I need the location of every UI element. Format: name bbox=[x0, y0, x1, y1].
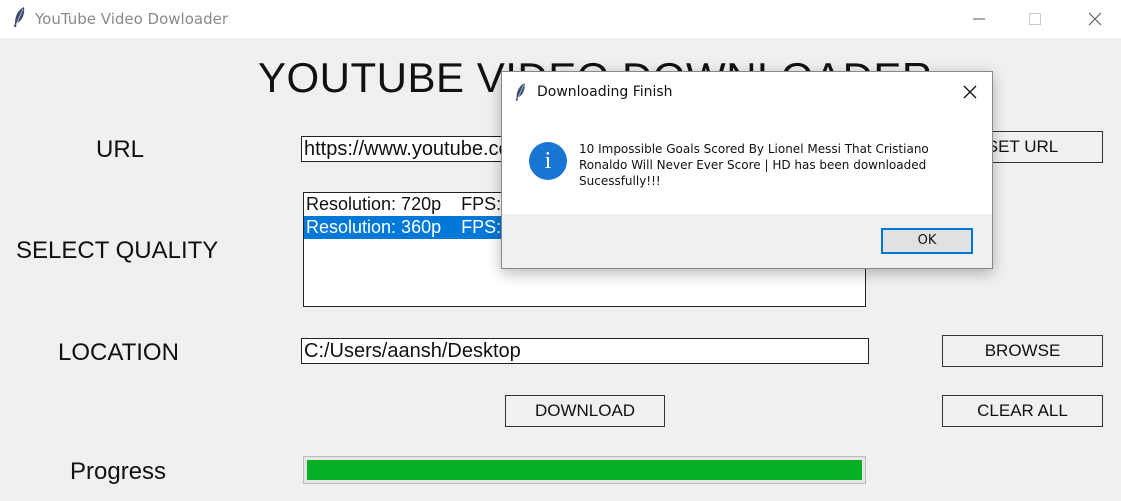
progress-fill bbox=[307, 460, 862, 480]
minimize-button[interactable] bbox=[956, 0, 1002, 38]
progress-label: Progress bbox=[70, 458, 167, 485]
dialog-close-icon[interactable] bbox=[962, 84, 978, 100]
progress-bar bbox=[303, 456, 866, 484]
location-input[interactable]: C:/Users/aansh/Desktop bbox=[301, 338, 869, 364]
window-title: YouTube Video Dowloader bbox=[35, 10, 229, 28]
maximize-button[interactable] bbox=[1012, 0, 1058, 38]
ok-button[interactable]: OK bbox=[881, 228, 973, 254]
feather-icon bbox=[515, 83, 525, 101]
url-label: URL bbox=[96, 136, 145, 163]
download-button[interactable]: DOWNLOAD bbox=[505, 395, 665, 427]
dialog-footer: OK bbox=[502, 214, 992, 268]
dialog-message: 10 Impossible Goals Scored By Lionel Mes… bbox=[579, 142, 929, 188]
info-icon: i bbox=[529, 142, 567, 180]
browse-button[interactable]: BROWSE bbox=[942, 335, 1103, 367]
download-finished-dialog: Downloading Finish i 10 Impossible Goals… bbox=[501, 71, 993, 269]
clear-all-button[interactable]: CLEAR ALL bbox=[942, 395, 1103, 427]
close-button[interactable] bbox=[1072, 0, 1118, 38]
select-quality-label: SELECT QUALITY bbox=[16, 237, 219, 264]
location-label: LOCATION bbox=[58, 339, 179, 366]
feather-icon bbox=[14, 7, 25, 27]
maximize-icon bbox=[1029, 13, 1041, 25]
close-icon bbox=[1088, 12, 1102, 26]
title-bar: YouTube Video Dowloader bbox=[0, 0, 1121, 38]
minimize-icon bbox=[973, 18, 985, 20]
dialog-title: Downloading Finish bbox=[537, 84, 673, 100]
